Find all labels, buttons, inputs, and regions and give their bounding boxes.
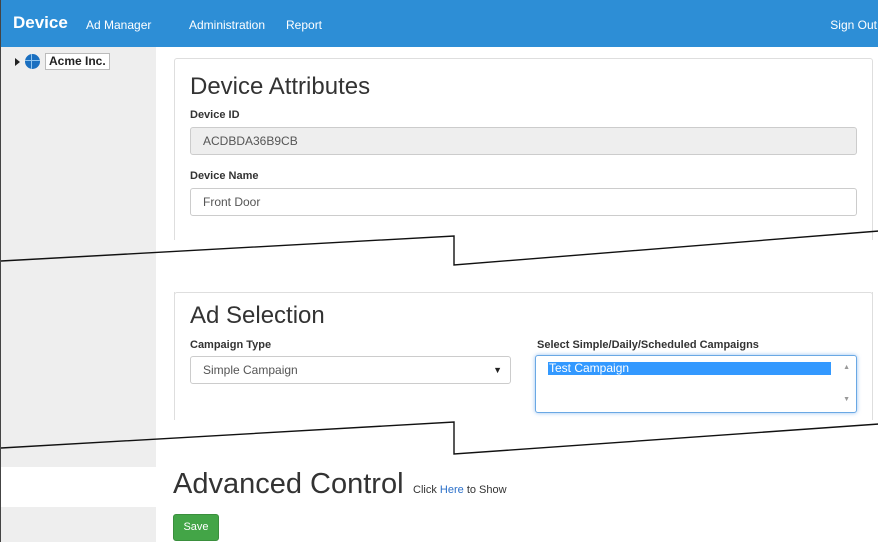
advanced-hint-suffix: to Show: [466, 484, 507, 496]
device-id-field: ACDBDA36B9CB: [190, 127, 857, 155]
sidebar: Acme Inc.: [1, 47, 156, 467]
campaign-option[interactable]: Test Campaign: [548, 362, 831, 375]
campaign-type-label: Campaign Type: [190, 339, 272, 351]
save-button[interactable]: Save: [173, 514, 219, 541]
sign-out-link[interactable]: Sign Out: [830, 18, 877, 32]
tree-item-label[interactable]: Acme Inc.: [45, 53, 110, 70]
dropdown-arrow-icon: ▼: [493, 365, 502, 375]
campaign-type-value: Simple Campaign: [203, 363, 298, 377]
globe-icon: [25, 54, 40, 69]
campaigns-listbox[interactable]: Test Campaign ▲ ▼: [535, 355, 857, 413]
scroll-up-icon[interactable]: ▲: [843, 364, 850, 371]
device-id-label: Device ID: [190, 109, 240, 121]
advanced-show-link[interactable]: Here: [440, 484, 464, 496]
device-name-field[interactable]: Front Door: [190, 188, 857, 216]
top-navbar: Device Ad Manager Administration Report …: [1, 0, 878, 47]
brand-link[interactable]: Device: [13, 13, 68, 33]
campaigns-label: Select Simple/Daily/Scheduled Campaigns: [537, 339, 759, 351]
nav-ad-manager[interactable]: Ad Manager: [86, 18, 151, 32]
nav-administration[interactable]: Administration: [189, 18, 265, 32]
device-attributes-panel: Device Attributes Device ID ACDBDA36B9CB…: [174, 58, 873, 298]
campaign-type-select[interactable]: Simple Campaign ▼: [190, 356, 511, 384]
nav-report[interactable]: Report: [286, 18, 322, 32]
caret-right-icon[interactable]: [15, 57, 20, 66]
page: Device Ad Manager Administration Report …: [0, 0, 878, 542]
advanced-control-title: Advanced Control: [173, 468, 404, 500]
advanced-hint: Click Here to Show: [413, 484, 507, 496]
device-attributes-title: Device Attributes: [190, 73, 371, 100]
advanced-hint-prefix: Click: [413, 484, 437, 496]
device-name-label: Device Name: [190, 170, 259, 182]
scroll-down-icon[interactable]: ▼: [843, 396, 850, 403]
sidebar-lower: [1, 507, 156, 542]
tree-item-acme[interactable]: Acme Inc.: [15, 53, 110, 70]
ad-selection-title: Ad Selection: [190, 302, 325, 329]
ad-selection-panel: Ad Selection Campaign Type Simple Campai…: [174, 292, 873, 462]
